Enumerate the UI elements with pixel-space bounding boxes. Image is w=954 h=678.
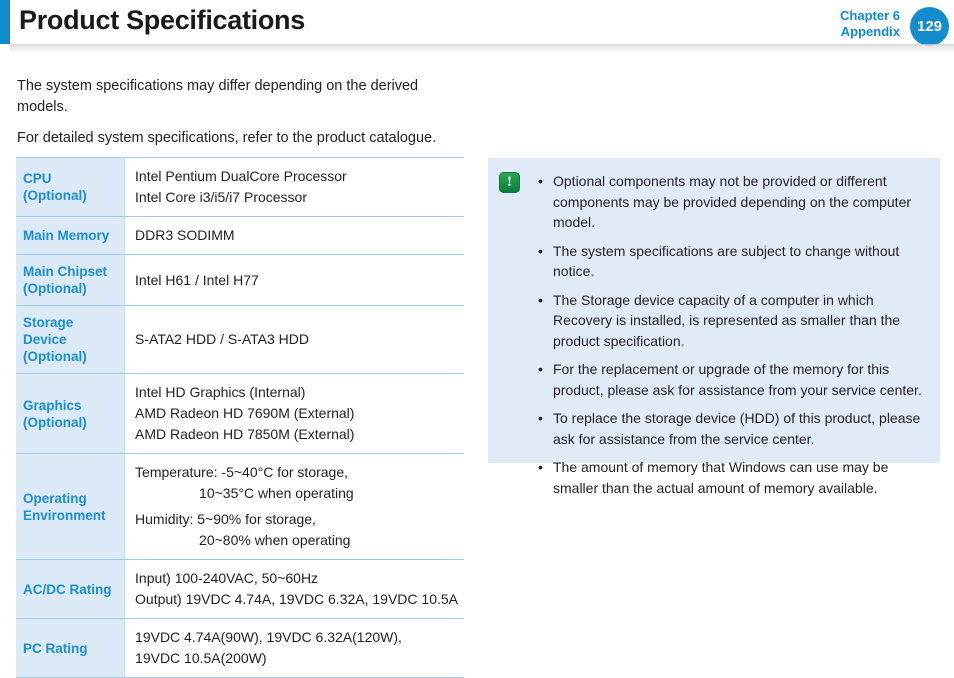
spec-value-line: Intel HD Graphics (Internal) — [135, 384, 306, 400]
spec-value-cell: S-ATA2 HDD / S-ATA3 HDD — [124, 305, 464, 374]
table-row: CPU (Optional) Intel Pentium DualCore Pro… — [16, 158, 464, 217]
spec-value-line: S-ATA2 HDD / S-ATA3 HDD — [135, 331, 310, 347]
note-list-item: • Optional components may not be provided… — [535, 171, 928, 233]
spec-value-line: Intel Core i3/i5/i7 Processor — [135, 189, 307, 205]
note-item-text: The Storage device capacity of a compute… — [553, 291, 901, 349]
spec-label-cell: Main Chipset (Optional) — [16, 254, 125, 306]
chapter-breadcrumb: Chapter 6 Appendix — [840, 8, 900, 40]
spec-label-line: (Optional) — [23, 349, 87, 364]
spec-value-line: 19VDC 10.5A(200W) — [135, 650, 267, 666]
note-panel: ! • Optional components may not be provid… — [488, 158, 940, 496]
page-header: Product Specifications Chapter 6 Appendi… — [0, 0, 954, 54]
note-item-text: To replace the storage device (HDD) of t… — [553, 410, 921, 447]
note-list-item: • The amount of memory that Windows can u… — [535, 457, 928, 498]
spec-value-line: 19VDC 4.74A(90W), 19VDC 6.32A(120W), — [135, 629, 402, 645]
bullet-icon: • — [538, 459, 543, 475]
spec-label-line: (Optional) — [23, 414, 87, 430]
spec-label-line: Environment — [23, 507, 106, 523]
table-row: PC Rating 19VDC 4.74A(90W), 19VDC 6.32A(1… — [16, 618, 464, 677]
note-item-text: Optional components may not be provided … — [553, 173, 912, 230]
spec-value-cell: Intel H61 / Intel H77 — [124, 254, 464, 306]
spec-value-cell: Input) 100-240VAC, 50~60Hz Output) 19VDC … — [124, 559, 464, 619]
table-row: Graphics (Optional) Intel HD Graphics (Int… — [16, 373, 464, 454]
note-list-item: • For the replacement or upgrade of the m… — [535, 359, 928, 400]
spec-label-cell: Storage Device (Optional) — [16, 305, 125, 374]
intro-text: The system specifications may differ dep… — [17, 76, 467, 159]
bullet-icon: • — [538, 410, 543, 426]
spec-label-cell: Operating Environment — [16, 453, 125, 560]
note-list-item: • The system specifications are subject t… — [535, 241, 928, 282]
spec-value-line: AMD Radeon HD 7690M (External) — [135, 405, 355, 421]
chapter-label: Chapter 6 — [840, 8, 900, 23]
note-list-item: • The Storage device capacity of a comput… — [535, 290, 928, 352]
bullet-icon: • — [538, 242, 543, 259]
page-title: Product Specifications — [19, 5, 305, 35]
spec-value-line: Output) 19VDC 4.74A, 19VDC 6.32A, 19VDC … — [135, 591, 458, 607]
spec-label-cell: Graphics (Optional) — [16, 373, 125, 454]
spec-value-line: Input) 100-240VAC, 50~60Hz — [135, 570, 319, 586]
bullet-icon: • — [538, 291, 543, 308]
spec-value-cell: DDR3 SODIMM — [124, 216, 464, 255]
intro-paragraph-2: For detailed system specifications, refe… — [17, 130, 437, 146]
spec-label-line: Graphics — [23, 397, 82, 413]
spec-value-line: AMD Radeon HD 7850M (External) — [135, 426, 355, 442]
note-item-text: The system specifications are subject to… — [553, 242, 900, 280]
note-list: • Optional components may not be provided… — [535, 171, 928, 498]
spec-value-line: DDR3 SODIMM — [135, 227, 235, 243]
spec-label-cell: PC Rating — [16, 618, 125, 677]
spec-value-cell: Intel HD Graphics (Internal) AMD Radeon H… — [124, 373, 464, 454]
header-divider-shadow — [10, 44, 954, 54]
specifications-table: CPU (Optional) Intel Pentium DualCore Pro… — [16, 157, 464, 678]
spec-label-line: Operating — [23, 490, 87, 506]
spec-label-cell: CPU (Optional) — [16, 158, 125, 217]
spec-label-cell: Main Memory — [16, 216, 125, 255]
bullet-icon: • — [538, 361, 543, 377]
note-item-text: The amount of memory that Windows can us… — [553, 459, 889, 496]
table-row: Main Chipset (Optional) Intel H61 / Intel … — [16, 254, 464, 306]
spec-value-line: Temperature: -5~40°C for storage, — [135, 464, 349, 480]
intro-paragraph-1: The system specifications may differ dep… — [17, 78, 419, 115]
section-label: Appendix — [840, 24, 900, 39]
table-row: Operating Environment Temperature: -5~40°C… — [16, 453, 464, 560]
spec-value-cell: Intel Pentium DualCore Processor Intel Co… — [124, 158, 464, 217]
note-list-item: • To replace the storage device (HDD) of … — [535, 408, 928, 449]
exclamation-icon: ! — [499, 172, 520, 193]
spec-value-cell: 19VDC 4.74A(90W), 19VDC 6.32A(120W), 19VD… — [124, 618, 464, 677]
spec-value-line: Intel H61 / Intel H77 — [135, 271, 259, 288]
specifications-table-body: CPU (Optional) Intel Pentium DualCore Pro… — [16, 158, 464, 677]
spec-value-line: 20~80% when operating — [199, 532, 351, 548]
note-item-text: For the replacement or upgrade of the me… — [553, 361, 922, 398]
spec-label-line: Storage Device — [23, 315, 74, 347]
table-row: AC/DC Rating Input) 100-240VAC, 50~60Hz Ou… — [16, 559, 464, 619]
spec-value-line: Intel Pentium DualCore Processor — [135, 168, 347, 184]
spec-value-line: Humidity: 5~90% for storage, — [135, 511, 316, 527]
header-accent-bar — [0, 0, 10, 44]
table-row: Main Memory DDR3 SODIMM — [16, 216, 464, 255]
spec-label-cell: AC/DC Rating — [16, 559, 125, 619]
spec-label-line: Main Chipset — [23, 264, 108, 279]
spec-value-cell: Temperature: -5~40°C for storage, 10~35°C… — [124, 453, 464, 560]
spec-value-line: 10~35°C when operating — [199, 485, 354, 501]
table-row: Storage Device (Optional) S-ATA2 HDD / S-A… — [16, 305, 464, 374]
spec-label-line: (Optional) — [23, 281, 87, 296]
bullet-icon: • — [538, 173, 543, 189]
page-number-badge: 129 — [910, 7, 949, 46]
